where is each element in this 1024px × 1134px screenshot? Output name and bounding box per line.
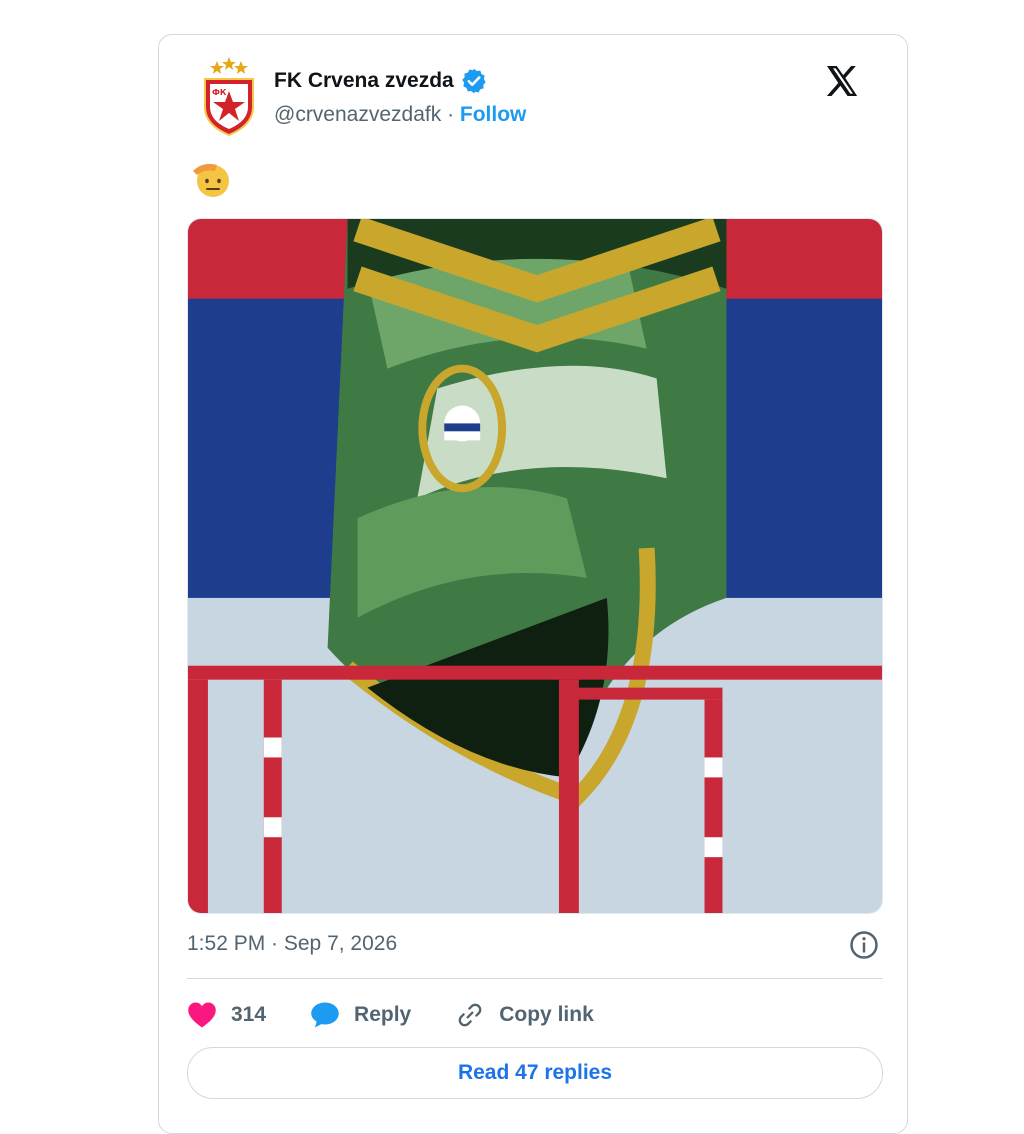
verified-badge-icon (462, 68, 486, 94)
heart-icon (188, 1002, 216, 1028)
reply-bubble-icon (311, 1002, 339, 1028)
action-bar: 314 Reply Copy link (187, 995, 638, 1035)
author-name[interactable]: FK Crvena zvezda (274, 69, 454, 93)
like-count: 314 (231, 1003, 267, 1026)
read-replies-button[interactable]: Read 47 replies (187, 1047, 883, 1099)
handle-separator: · (441, 103, 460, 126)
divider (187, 978, 883, 979)
info-icon[interactable] (849, 930, 879, 960)
like-button[interactable]: 314 (187, 1001, 266, 1029)
copy-link-button[interactable]: Copy link (455, 1001, 594, 1029)
saluting-face-emoji (193, 163, 229, 197)
copy-link-label: Copy link (499, 1003, 594, 1026)
svg-text:ФК: ФК (212, 88, 227, 97)
reply-button[interactable]: Reply (310, 1001, 411, 1029)
author-row: FK Crvena zvezda (274, 67, 488, 95)
reply-label: Reply (354, 1003, 412, 1026)
link-icon (458, 1003, 482, 1027)
avatar[interactable]: ФК (199, 55, 259, 137)
tweet-card: ФК FK Crvena zvezda @crvenazvezdafk · Fo… (158, 34, 908, 1134)
x-logo-icon[interactable] (823, 63, 861, 99)
author-handle[interactable]: @crvenazvezdafk (274, 103, 441, 126)
tweet-timestamp[interactable]: 1:52 PM · Sep 7, 2026 (187, 932, 397, 956)
handle-row: @crvenazvezdafk · Follow (274, 103, 526, 127)
tweet-media-photo[interactable] (187, 218, 883, 914)
follow-button[interactable]: Follow (460, 103, 527, 126)
